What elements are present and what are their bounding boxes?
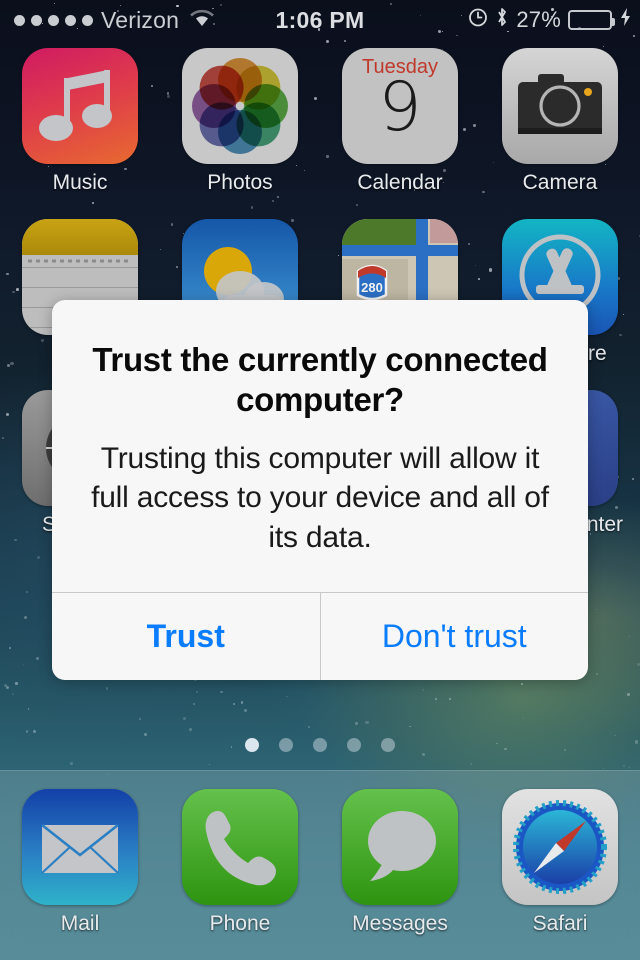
dont-trust-button[interactable]: Don't trust bbox=[319, 593, 589, 681]
iphone-home-screen: Verizon 1:06 PM 27% Music Photos Tuesday… bbox=[0, 0, 640, 960]
alert-actions: Trust Don't trust bbox=[52, 592, 589, 681]
alert-message: Trusting this computer will allow it ful… bbox=[91, 441, 549, 555]
alert-body: Trust the currently connected computer? … bbox=[52, 300, 588, 592]
trust-button[interactable]: Trust bbox=[52, 593, 320, 680]
alert-title: Trust the currently connected computer? bbox=[92, 341, 548, 419]
trust-computer-alert: Trust the currently connected computer? … bbox=[52, 300, 589, 681]
